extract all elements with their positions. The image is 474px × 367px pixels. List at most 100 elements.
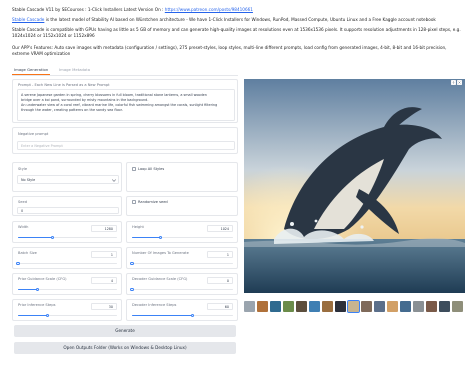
prior-cfg-panel: Prior Guidance Scale (CFG) 4 <box>12 273 122 295</box>
batch-size-slider[interactable] <box>18 263 117 265</box>
decoder-steps-panel: Decoder Inference Steps 60 <box>126 299 238 321</box>
width-slider[interactable] <box>18 237 117 239</box>
prompt-panel: Prompt - Each New Line is Parsed as a Ne… <box>12 79 238 123</box>
seed-panel: Seed 0 <box>12 196 122 216</box>
generate-button[interactable]: Generate <box>14 325 236 337</box>
compat-text: Stable Cascade is compatible with GPUs h… <box>12 27 461 38</box>
open-outputs-button[interactable]: Open Outputs Folder (Works on Windows & … <box>14 342 236 354</box>
batch-size-panel: Batch Size 1 <box>12 247 122 269</box>
style-label: Style <box>18 167 28 171</box>
prior-cfg-input[interactable]: 4 <box>91 277 117 284</box>
thumbnail-16[interactable] <box>439 301 450 312</box>
thumbnail-9[interactable] <box>347 300 360 313</box>
prior-steps-panel: Prior Inference Steps 30 <box>12 299 122 321</box>
height-panel: Height 1024 <box>126 221 238 243</box>
prior-steps-label: Prior Inference Steps <box>18 303 56 307</box>
prompt-line-4: through the water, creating patterns on … <box>21 108 123 112</box>
patreon-link[interactable]: https://www.patreon.com/posts/98410661 <box>165 7 253 12</box>
decoder-cfg-slider-knob[interactable] <box>130 287 134 291</box>
prior-steps-slider[interactable] <box>18 315 117 317</box>
loop-styles-panel: Loop All Styles <box>126 162 238 192</box>
randomize-seed-checkbox[interactable] <box>132 200 136 204</box>
negative-prompt-input[interactable]: Enter a Negative Prompt <box>17 141 235 150</box>
prompt-textarea[interactable]: A serene Japanese garden in spring, cher… <box>17 89 235 121</box>
thumbnail-13[interactable] <box>400 301 411 312</box>
app-title: Stable Cascade V11 by SECourses : 1-Clic… <box>12 7 165 12</box>
loop-styles-label: Loop All Styles <box>138 167 165 171</box>
seed-label: Seed <box>18 200 27 204</box>
randomize-seed-panel: Randomize seed <box>126 196 238 216</box>
loop-styles-checkbox[interactable] <box>132 167 136 171</box>
batch-size-slider-knob[interactable] <box>16 261 20 265</box>
width-input[interactable]: 1280 <box>91 225 117 232</box>
thumbnail-6[interactable] <box>309 301 320 312</box>
prior-steps-slider-fill <box>18 315 48 317</box>
thumbnail-10[interactable] <box>361 301 372 312</box>
thumbnail-14[interactable] <box>413 301 424 312</box>
thumbnail-8[interactable] <box>335 301 346 312</box>
tab-image-generation[interactable]: Image Generation <box>14 67 48 72</box>
num-images-input[interactable]: 1 <box>207 251 233 258</box>
features-text: Our APP's Features: Auto save images wit… <box>12 45 447 56</box>
height-label: Height <box>132 225 144 229</box>
thumbnail-11[interactable] <box>374 301 385 312</box>
thumbnail-2[interactable] <box>257 301 268 312</box>
width-label: Width <box>18 225 29 229</box>
num-images-slider-knob[interactable] <box>130 261 134 265</box>
prior-steps-slider-knob[interactable] <box>46 313 50 317</box>
output-image[interactable] <box>244 79 465 293</box>
style-panel: Style No Style <box>12 162 122 192</box>
stable-cascade-link[interactable]: Stable Cascade <box>12 17 44 22</box>
download-icon[interactable] <box>451 80 456 85</box>
height-slider-fill <box>132 237 161 239</box>
close-icon[interactable] <box>457 80 462 85</box>
decoder-steps-slider-knob[interactable] <box>190 313 195 317</box>
prior-cfg-slider-knob[interactable] <box>36 287 40 291</box>
decoder-steps-slider-fill <box>132 315 193 317</box>
tab-image-metadata[interactable]: Image Metadata <box>59 67 90 72</box>
negative-prompt-panel: Negative prompt Enter a Negative Prompt <box>12 127 238 154</box>
prior-cfg-label: Prior Guidance Scale (CFG) <box>18 277 67 281</box>
width-slider-knob[interactable] <box>50 235 55 239</box>
thumbnail-1[interactable] <box>244 301 255 312</box>
decoder-cfg-label: Decoder Guidance Scale (CFG) <box>132 277 188 281</box>
intro-line: Stable Cascade is the latest model of St… <box>12 17 436 23</box>
thumbnail-12[interactable] <box>387 301 398 312</box>
decoder-cfg-input[interactable]: 0 <box>207 277 233 284</box>
negative-prompt-placeholder: Enter a Negative Prompt <box>21 144 63 148</box>
decoder-steps-slider[interactable] <box>132 315 233 317</box>
thumbnail-5[interactable] <box>296 301 307 312</box>
width-slider-fill <box>18 237 53 239</box>
num-images-label: Number Of Images To Generate <box>132 251 189 255</box>
num-images-panel: Number Of Images To Generate 1 <box>126 247 238 269</box>
thumbnail-4[interactable] <box>283 301 294 312</box>
negative-prompt-label: Negative prompt <box>18 132 49 136</box>
decoder-cfg-panel: Decoder Guidance Scale (CFG) 0 <box>126 273 238 295</box>
height-input[interactable]: 1024 <box>207 225 233 232</box>
thumbnail-15[interactable] <box>426 301 437 312</box>
app-title-line: Stable Cascade V11 by SECourses : 1-Clic… <box>12 7 253 13</box>
prior-cfg-slider-fill <box>18 289 38 291</box>
seed-value: 0 <box>21 209 24 213</box>
num-images-slider[interactable] <box>132 263 233 265</box>
prompt-label: Prompt - Each New Line is Parsed as a Ne… <box>18 83 110 87</box>
prior-steps-input[interactable]: 30 <box>91 303 117 310</box>
seed-input[interactable]: 0 <box>17 207 119 214</box>
batch-size-label: Batch Size <box>18 251 37 255</box>
thumbnail-7[interactable] <box>322 301 333 312</box>
thumbnail-17[interactable] <box>452 301 463 312</box>
decoder-cfg-slider[interactable] <box>132 289 233 291</box>
prior-cfg-slider[interactable] <box>18 289 117 291</box>
thumbnail-3[interactable] <box>270 301 281 312</box>
batch-size-input[interactable]: 1 <box>91 251 117 258</box>
decoder-steps-label: Decoder Inference Steps <box>132 303 177 307</box>
height-slider-knob[interactable] <box>158 235 162 239</box>
decoder-steps-input[interactable]: 60 <box>207 303 233 310</box>
style-dropdown[interactable]: No Style <box>17 175 119 184</box>
chevron-down-icon <box>112 179 116 182</box>
whale-image <box>244 79 465 293</box>
tab-divider <box>12 75 238 76</box>
height-slider[interactable] <box>132 237 233 239</box>
width-panel: Width 1280 <box>12 221 122 243</box>
thumbnail-gallery <box>244 300 465 315</box>
